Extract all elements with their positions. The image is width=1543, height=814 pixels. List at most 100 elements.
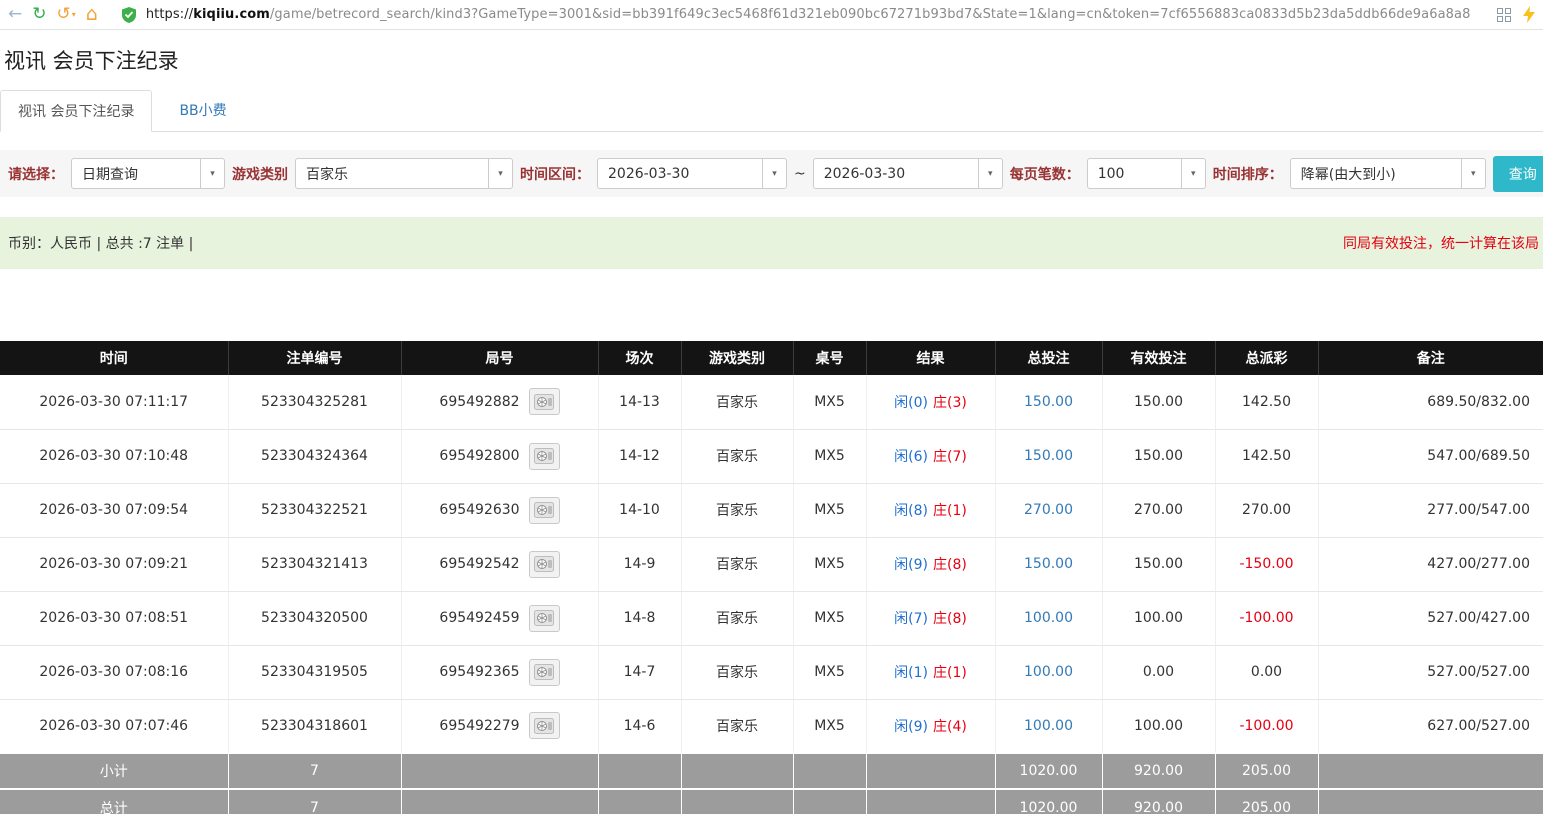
subtotal-row: 小计 7 1020.00 920.00 205.00 xyxy=(0,753,1543,789)
sort-order-label: 时间排序： xyxy=(1213,164,1283,184)
cell-note: 689.50/832.00 xyxy=(1318,375,1543,429)
cell-total-bet[interactable]: 100.00 xyxy=(995,699,1102,753)
browser-toolbar: ← ↻ ↺ ▾ ⌂ https://kiqiiu.com/game/betrec… xyxy=(0,0,1543,30)
query-type-label: 请选择： xyxy=(8,164,64,184)
subtotal-count: 7 xyxy=(228,753,401,789)
caret-down-icon: ▾ xyxy=(200,159,224,188)
cell-payout: 142.50 xyxy=(1215,429,1318,483)
cell-note: 427.00/277.00 xyxy=(1318,537,1543,591)
sort-order-value: 降幂(由大到小) xyxy=(1291,164,1396,184)
round-number: 695492882 xyxy=(439,394,519,410)
table-row: 2026-03-30 07:11:17 523304325281 6954928… xyxy=(0,375,1543,429)
cell-total-bet[interactable]: 270.00 xyxy=(995,483,1102,537)
cell-valid-bet: 100.00 xyxy=(1102,591,1215,645)
cell-bet-id: 523304320500 xyxy=(228,591,401,645)
summary-bar: 币别：人民币 | 总共 :7 注单 | 同局有效投注，统一计算在该局 xyxy=(0,217,1543,269)
total-payout: 205.00 xyxy=(1215,789,1318,814)
cell-table-no: MX5 xyxy=(793,645,866,699)
cell-valid-bet: 270.00 xyxy=(1102,483,1215,537)
cell-session: 14-12 xyxy=(598,429,681,483)
back-icon[interactable]: ← xyxy=(8,6,22,23)
refresh-icon[interactable]: ↻ xyxy=(32,6,46,23)
col-time: 时间 xyxy=(0,341,228,375)
subtotal-empty-cell xyxy=(793,753,866,789)
table-row: 2026-03-30 07:09:54 523304322521 6954926… xyxy=(0,483,1543,537)
tab-bb-tip[interactable]: BB小费 xyxy=(162,90,243,131)
cell-session: 14-7 xyxy=(598,645,681,699)
replay-video-icon[interactable] xyxy=(529,443,560,470)
cell-round: 695492542 xyxy=(401,537,598,591)
replay-video-icon[interactable] xyxy=(529,497,560,524)
cell-payout: 142.50 xyxy=(1215,375,1318,429)
col-total-bet: 总投注 xyxy=(995,341,1102,375)
cell-table-no: MX5 xyxy=(793,537,866,591)
tab-betrecord[interactable]: 视讯 会员下注纪录 xyxy=(0,90,152,132)
undo-button[interactable]: ↺ ▾ xyxy=(57,6,76,23)
date-to-select[interactable]: 2026-03-30 ▾ xyxy=(813,158,1003,189)
table-row: 2026-03-30 07:09:21 523304321413 6954925… xyxy=(0,537,1543,591)
table-body: 2026-03-30 07:11:17 523304325281 6954928… xyxy=(0,375,1543,753)
cell-round: 695492800 xyxy=(401,429,598,483)
query-type-select[interactable]: 日期查询 ▾ xyxy=(71,158,225,189)
summary-currency-count: 币别：人民币 | 总共 :7 注单 | xyxy=(8,233,193,253)
caret-down-icon: ▾ xyxy=(1461,159,1485,188)
total-empty-cell xyxy=(793,789,866,814)
subtotal-empty-cell xyxy=(598,753,681,789)
page-size-select[interactable]: 100 ▾ xyxy=(1087,158,1206,189)
date-range-separator: ~ xyxy=(794,166,806,182)
page-size-value: 100 xyxy=(1088,166,1125,182)
cell-bet-id: 523304325281 xyxy=(228,375,401,429)
cell-game-type: 百家乐 xyxy=(681,699,793,753)
cell-time: 2026-03-30 07:09:21 xyxy=(0,537,228,591)
cell-payout: -150.00 xyxy=(1215,537,1318,591)
table-row: 2026-03-30 07:07:46 523304318601 6954922… xyxy=(0,699,1543,753)
date-from-select[interactable]: 2026-03-30 ▾ xyxy=(597,158,787,189)
subtotal-payout: 205.00 xyxy=(1215,753,1318,789)
filter-bar: 请选择： 日期查询 ▾ 游戏类别 百家乐 ▾ 时间区间： 2026-03-30 … xyxy=(0,150,1543,197)
security-shield-icon[interactable] xyxy=(122,7,136,23)
extensions-icon[interactable] xyxy=(1497,8,1511,22)
replay-video-icon[interactable] xyxy=(529,659,560,686)
sort-order-select[interactable]: 降幂(由大到小) ▾ xyxy=(1290,158,1486,189)
home-icon[interactable]: ⌂ xyxy=(86,5,98,24)
subtotal-empty-cell xyxy=(866,753,995,789)
total-empty-cell xyxy=(866,789,995,814)
cell-table-no: MX5 xyxy=(793,375,866,429)
cell-result: 闲(1)庄(1) xyxy=(866,645,995,699)
cell-table-no: MX5 xyxy=(793,699,866,753)
cell-game-type: 百家乐 xyxy=(681,591,793,645)
replay-video-icon[interactable] xyxy=(529,551,560,578)
cell-result: 闲(8)庄(1) xyxy=(866,483,995,537)
cell-table-no: MX5 xyxy=(793,591,866,645)
cell-total-bet[interactable]: 100.00 xyxy=(995,591,1102,645)
cell-bet-id: 523304324364 xyxy=(228,429,401,483)
cell-session: 14-8 xyxy=(598,591,681,645)
cell-total-bet[interactable]: 150.00 xyxy=(995,375,1102,429)
cell-payout: 0.00 xyxy=(1215,645,1318,699)
cell-result: 闲(9)庄(4) xyxy=(866,699,995,753)
total-valid-bet: 920.00 xyxy=(1102,789,1215,814)
total-count: 7 xyxy=(228,789,401,814)
cell-note: 627.00/527.00 xyxy=(1318,699,1543,753)
cell-session: 14-13 xyxy=(598,375,681,429)
lightning-icon[interactable] xyxy=(1523,6,1535,23)
cell-valid-bet: 100.00 xyxy=(1102,699,1215,753)
search-button[interactable]: 查询 xyxy=(1493,156,1543,192)
cell-total-bet[interactable]: 150.00 xyxy=(995,537,1102,591)
replay-video-icon[interactable] xyxy=(529,388,560,415)
result-banker: 庄(8) xyxy=(933,557,967,573)
replay-video-icon[interactable] xyxy=(529,605,560,632)
col-note: 备注 xyxy=(1318,341,1543,375)
cell-total-bet[interactable]: 150.00 xyxy=(995,429,1102,483)
result-player: 闲(6) xyxy=(894,449,928,465)
cell-time: 2026-03-30 07:08:16 xyxy=(0,645,228,699)
subtotal-label: 小计 xyxy=(0,753,228,789)
col-bet-id: 注单编号 xyxy=(228,341,401,375)
cell-total-bet[interactable]: 100.00 xyxy=(995,645,1102,699)
replay-video-icon[interactable] xyxy=(529,712,560,739)
undo-caret-icon: ▾ xyxy=(72,10,76,19)
summary-note: 同局有效投注，统一计算在该局 xyxy=(1343,233,1539,253)
total-total-bet: 1020.00 xyxy=(995,789,1102,814)
game-type-select[interactable]: 百家乐 ▾ xyxy=(295,158,513,189)
address-bar[interactable]: https://kiqiiu.com/game/betrecord_search… xyxy=(146,7,1487,22)
